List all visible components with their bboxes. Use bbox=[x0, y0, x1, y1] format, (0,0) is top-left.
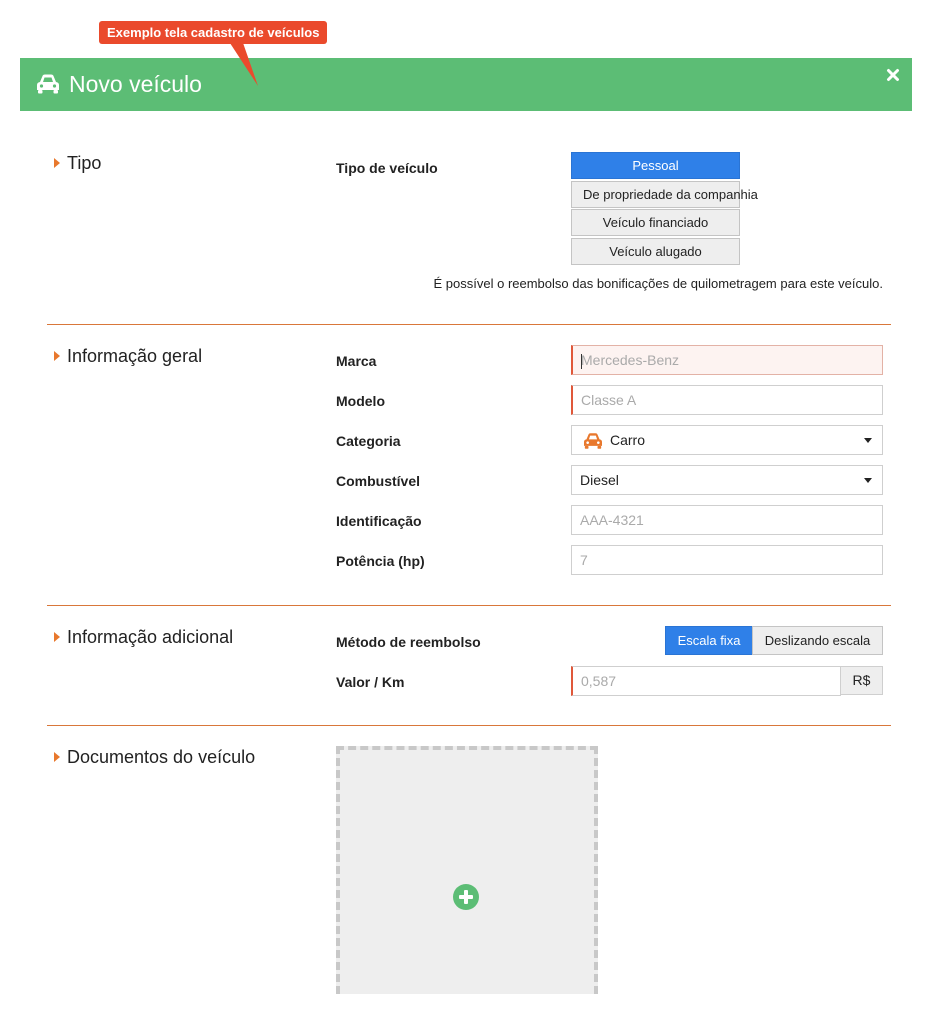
marca-input[interactable]: Mercedes-Benz bbox=[571, 345, 883, 375]
marca-placeholder: Mercedes-Benz bbox=[581, 352, 680, 368]
valor-km-input[interactable]: 0,587 bbox=[571, 666, 841, 696]
valor-km-placeholder: 0,587 bbox=[581, 673, 617, 689]
deslizando-escala-button[interactable]: Deslizando escala bbox=[752, 626, 883, 655]
section-title-documentos-text: Documentos do veículo bbox=[67, 747, 256, 767]
caret-right-icon bbox=[54, 632, 60, 642]
identificacao-placeholder: AAA-4321 bbox=[580, 512, 644, 528]
callout-pointer bbox=[228, 40, 258, 86]
reimbursement-note: É possível o reembolso das bonificações … bbox=[433, 276, 883, 291]
modal-header: Novo veículo bbox=[20, 58, 912, 111]
section-title-documentos: Documentos do veículo bbox=[54, 746, 255, 768]
option-propriedade-companhia[interactable]: De propriedade da companhia bbox=[571, 181, 758, 208]
modelo-input[interactable]: Classe A bbox=[571, 385, 883, 415]
section-title-geral-text: Informação geral bbox=[67, 346, 203, 366]
section-title-geral: Informação geral bbox=[54, 345, 202, 367]
label-categoria: Categoria bbox=[336, 433, 401, 449]
label-combustivel: Combustível bbox=[336, 473, 421, 489]
section-title-tipo-text: Tipo bbox=[67, 153, 102, 173]
section-divider bbox=[47, 725, 891, 726]
callout-label: Exemplo tela cadastro de veículos bbox=[99, 21, 328, 44]
escala-fixa-button[interactable]: Escala fixa bbox=[665, 626, 753, 655]
option-veiculo-alugado[interactable]: Veículo alugado bbox=[571, 238, 740, 265]
label-modelo: Modelo bbox=[336, 393, 385, 409]
categoria-value: Carro bbox=[610, 432, 646, 448]
section-title-adicional-text: Informação adicional bbox=[67, 627, 234, 647]
caret-right-icon bbox=[54, 752, 60, 762]
identificacao-input[interactable]: AAA-4321 bbox=[571, 505, 883, 535]
combustivel-select[interactable]: Diesel bbox=[571, 465, 883, 495]
label-identificacao: Identificação bbox=[336, 513, 422, 529]
close-icon[interactable] bbox=[886, 68, 900, 82]
section-title-tipo: Tipo bbox=[54, 152, 101, 174]
categoria-select[interactable]: Carro bbox=[571, 425, 883, 455]
label-marca: Marca bbox=[336, 353, 377, 369]
potencia-input[interactable]: 7 bbox=[571, 545, 883, 575]
combustivel-value: Diesel bbox=[580, 472, 619, 488]
caret-right-icon bbox=[54, 158, 60, 168]
section-divider bbox=[47, 605, 891, 606]
document-upload-dropzone[interactable] bbox=[336, 746, 598, 994]
label-tipo-veiculo: Tipo de veículo bbox=[336, 160, 438, 176]
section-divider bbox=[47, 324, 891, 325]
plus-circle-icon[interactable] bbox=[453, 884, 479, 910]
chevron-down-icon bbox=[864, 438, 872, 443]
label-valor-km: Valor / Km bbox=[336, 674, 405, 690]
caret-right-icon bbox=[54, 351, 60, 361]
car-icon bbox=[584, 433, 602, 449]
option-pessoal[interactable]: Pessoal bbox=[571, 152, 740, 179]
currency-addon: R$ bbox=[840, 666, 883, 695]
car-icon bbox=[37, 74, 59, 94]
modelo-placeholder: Classe A bbox=[581, 392, 637, 408]
label-potencia: Potência (hp) bbox=[336, 553, 425, 569]
label-metodo-reembolso: Método de reembolso bbox=[336, 634, 481, 650]
modal-title: Novo veículo bbox=[69, 71, 202, 97]
chevron-down-icon bbox=[864, 478, 872, 483]
section-title-adicional: Informação adicional bbox=[54, 626, 233, 648]
option-veiculo-financiado[interactable]: Veículo financiado bbox=[571, 209, 740, 236]
potencia-placeholder: 7 bbox=[580, 552, 588, 568]
